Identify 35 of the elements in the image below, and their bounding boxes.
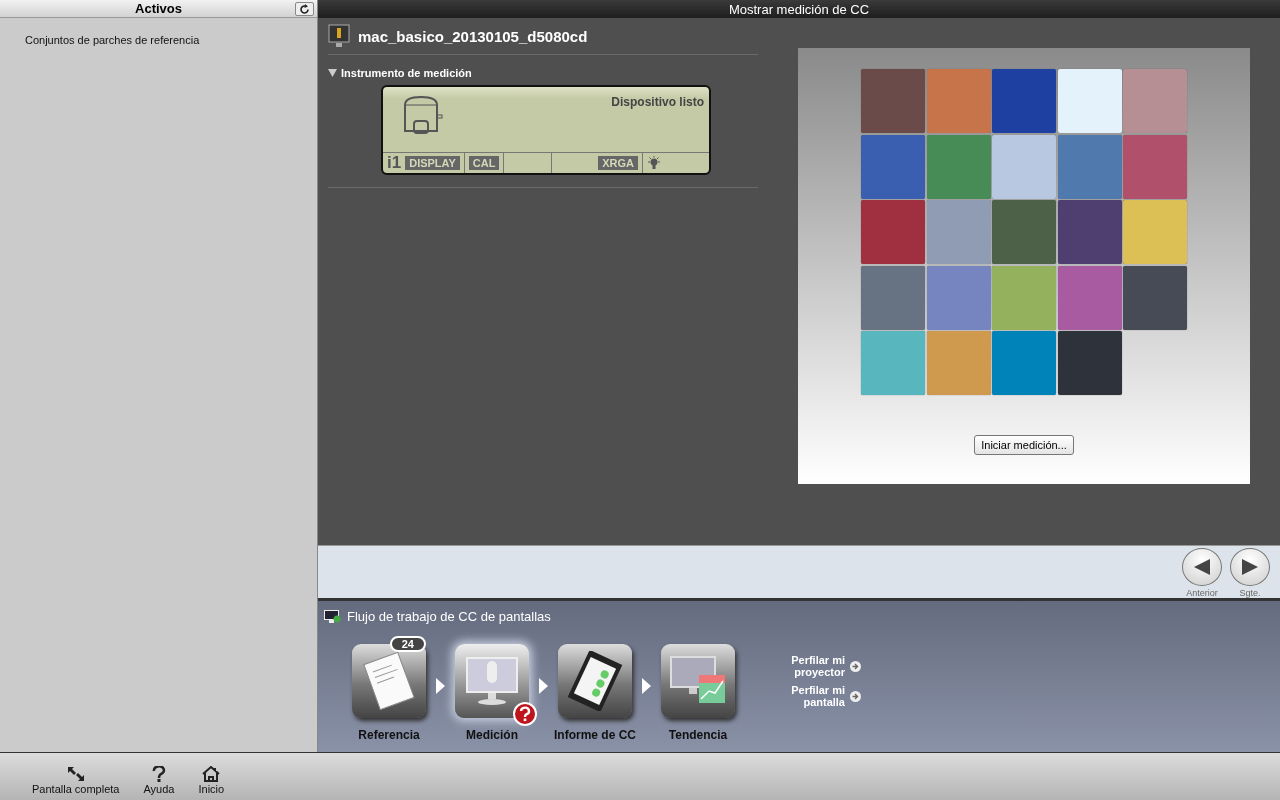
colorimeter-icon (403, 95, 445, 135)
disclosure-triangle-icon[interactable] (328, 69, 337, 77)
expand-arrows-icon (66, 766, 85, 782)
monitor-check-icon (324, 609, 341, 624)
step-arrow-icon (539, 678, 548, 694)
help-icon (151, 766, 166, 782)
panel-title: Activos (135, 1, 182, 16)
profile-link[interactable]: Perfilar mi proyector (785, 654, 861, 678)
toolbar-button[interactable]: Inicio (198, 766, 225, 795)
window-title: Mostrar medición de CC (728, 1, 870, 17)
profile-link[interactable]: Perfilar mi pantalla (785, 684, 861, 708)
brand-logo: i1 (387, 153, 402, 173)
refresh-icon (299, 3, 310, 15)
right-triangle-icon (1242, 559, 1258, 575)
toolbar-button[interactable]: Pantalla completa (32, 766, 120, 795)
toolbar-button[interactable]: Ayuda (143, 766, 175, 795)
left-triangle-icon (1194, 559, 1210, 575)
lcd-tag: CAL (468, 156, 500, 170)
profile-name: mac_basico_20130105_d5080cd (358, 27, 588, 45)
arrow-circle-icon (850, 660, 861, 672)
refresh-button[interactable] (295, 2, 314, 16)
monitor-icon (328, 24, 350, 48)
sidebar-item[interactable]: Conjuntos de parches de referencia (25, 34, 200, 46)
home-icon (202, 766, 221, 782)
step-arrow-icon (642, 678, 651, 694)
count-badge: 24 (389, 636, 426, 652)
arrow-circle-icon (850, 690, 861, 702)
workflow-title: Flujo de trabajo de CC de pantallas (347, 609, 551, 624)
step-arrow-icon (436, 678, 445, 694)
start-measurement-button[interactable]: Iniciar medición... (974, 435, 1074, 455)
light-bulb-icon (647, 156, 661, 170)
lcd-tag: XRGA (598, 156, 638, 170)
section-title: Instrumento de medición (341, 67, 472, 79)
lcd-tag: DISPLAY (405, 156, 460, 170)
device-status: Dispositivo listo (611, 95, 704, 111)
